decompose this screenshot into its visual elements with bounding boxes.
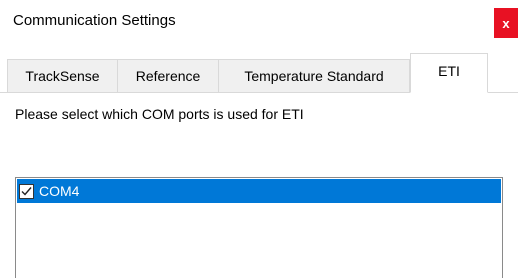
title-bar: Communication Settings x <box>0 0 518 44</box>
com-port-item[interactable]: COM4 <box>17 179 501 203</box>
tab-label: TrackSense <box>25 68 100 84</box>
close-button[interactable]: x <box>494 8 518 38</box>
tab-label: Temperature Standard <box>244 68 384 84</box>
tab-label: ETI <box>438 63 460 79</box>
tab-temperature-standard[interactable]: Temperature Standard <box>219 59 410 92</box>
com-port-checkbox[interactable] <box>19 183 34 199</box>
com-port-label: COM4 <box>39 183 80 199</box>
tab-eti[interactable]: ETI <box>410 53 488 93</box>
com-port-list[interactable]: COM4 <box>15 177 503 278</box>
window-title: Communication Settings <box>13 12 176 29</box>
close-icon: x <box>502 15 510 31</box>
tab-tracksense[interactable]: TrackSense <box>7 59 118 92</box>
checkmark-icon <box>21 186 32 196</box>
instruction-text: Please select which COM ports is used fo… <box>15 106 304 122</box>
tab-reference[interactable]: Reference <box>118 59 219 92</box>
tab-label: Reference <box>135 68 201 84</box>
